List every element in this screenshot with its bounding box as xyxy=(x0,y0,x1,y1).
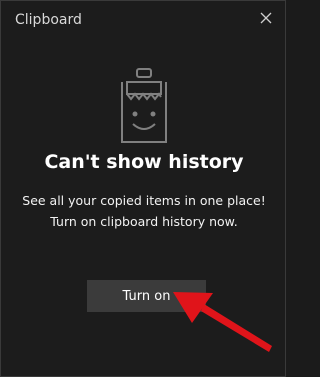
description-line-1: See all your copied items in one place! xyxy=(22,193,266,208)
close-button[interactable] xyxy=(254,6,278,30)
clipboard-smiley-icon xyxy=(121,68,167,143)
empty-state-heading: Can't show history xyxy=(44,151,244,173)
clipboard-illustration xyxy=(115,68,173,152)
clipboard-panel: Clipboard Can't show history See all you… xyxy=(0,0,286,377)
close-icon xyxy=(260,12,272,24)
annotation-arrow xyxy=(171,289,273,365)
window-title: Clipboard xyxy=(15,12,82,28)
red-arrow-icon xyxy=(173,292,272,352)
description-line-2: Turn on clipboard history now. xyxy=(50,214,238,229)
empty-state-description: See all your copied items in one place! … xyxy=(1,190,287,232)
